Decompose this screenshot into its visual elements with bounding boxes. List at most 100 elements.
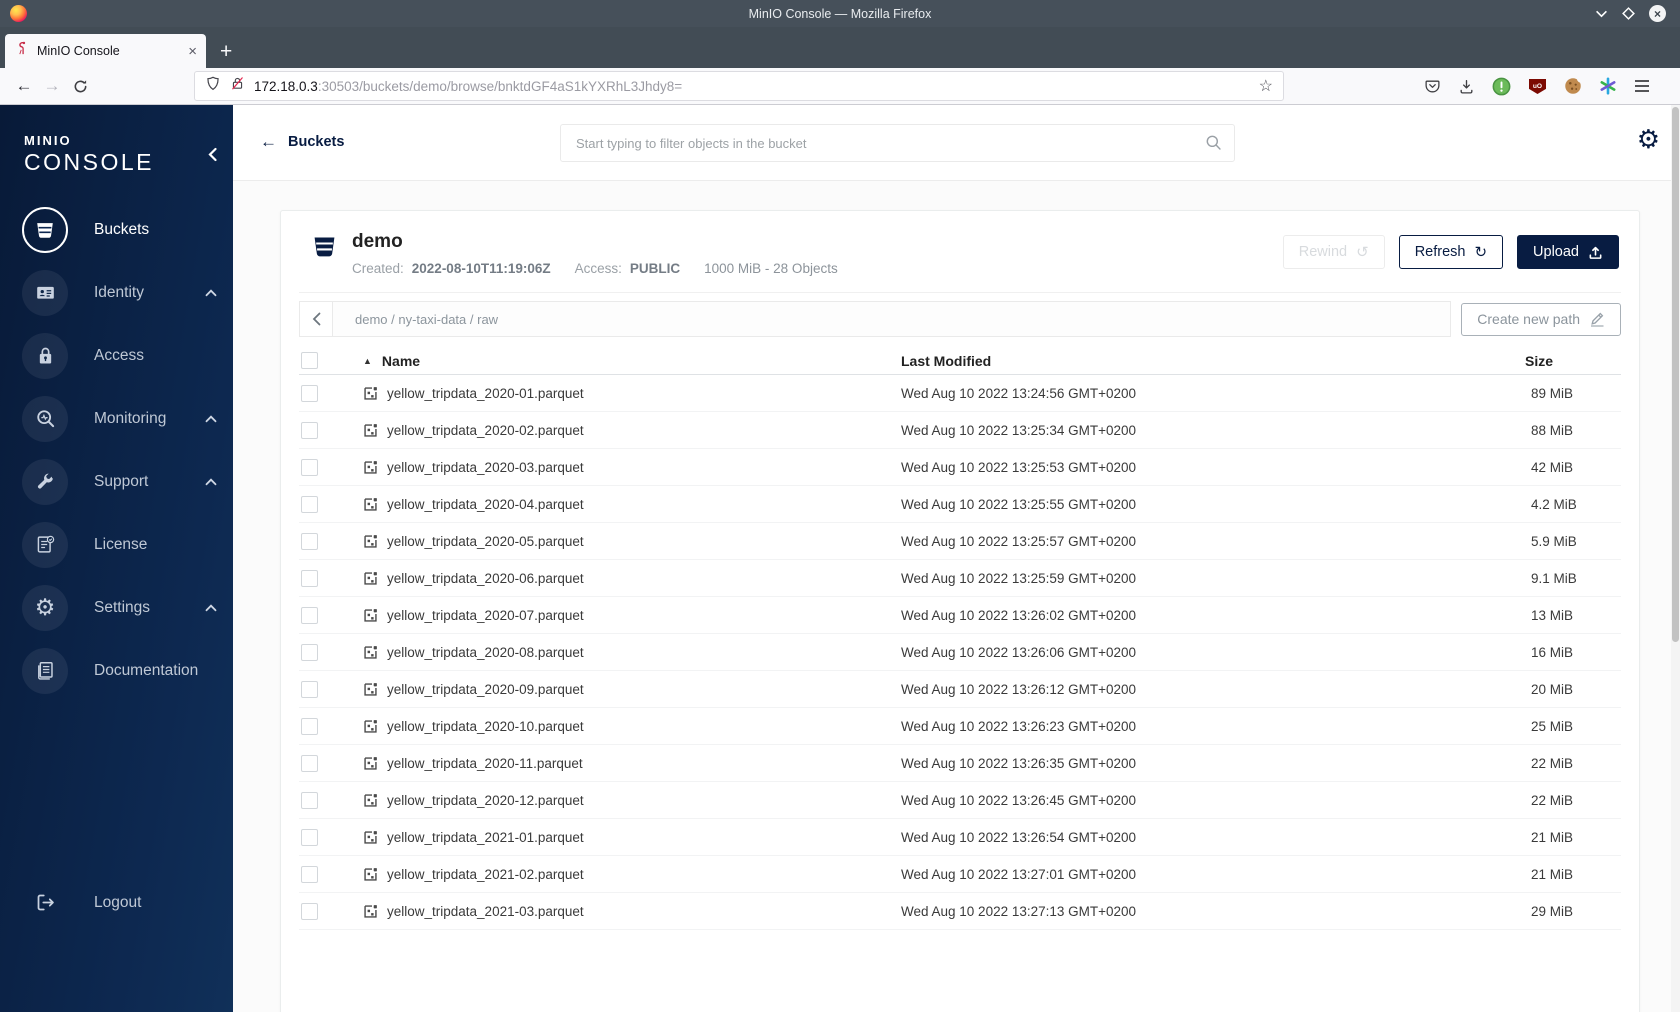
sidebar-item-identity[interactable]: Identity <box>0 261 233 324</box>
object-row[interactable]: yellow_tripdata_2020-12.parquet Wed Aug … <box>299 782 1621 819</box>
object-last-modified: Wed Aug 10 2022 13:27:01 GMT+0200 <box>901 866 1137 882</box>
sidebar-item-label: Logout <box>94 893 142 911</box>
row-checkbox[interactable] <box>301 828 318 846</box>
object-size: 88 MiB <box>1531 422 1574 438</box>
sidebar-item-support[interactable]: Support <box>0 450 233 513</box>
bucket-browser-card: demo Created: 2022-08-10T11:19:06Z Acces… <box>280 210 1640 1012</box>
sidebar-item-label: Documentation <box>94 661 199 679</box>
scrollbar-thumb[interactable] <box>1672 107 1679 642</box>
menu-hamburger-icon[interactable] <box>1634 79 1650 93</box>
row-checkbox[interactable] <box>301 791 318 809</box>
create-path-icon <box>1589 311 1605 327</box>
object-row[interactable]: yellow_tripdata_2020-10.parquet Wed Aug … <box>299 708 1621 745</box>
extension-green-icon[interactable] <box>1492 77 1511 96</box>
object-row[interactable]: yellow_tripdata_2020-03.parquet Wed Aug … <box>299 449 1621 486</box>
object-row[interactable]: yellow_tripdata_2020-02.parquet Wed Aug … <box>299 412 1621 449</box>
breadcrumb[interactable]: demo / ny-taxi-data / raw <box>333 301 1452 337</box>
row-checkbox[interactable] <box>301 384 318 402</box>
back-to-buckets-link[interactable]: ← Buckets <box>260 132 344 152</box>
object-row[interactable]: yellow_tripdata_2020-09.parquet Wed Aug … <box>299 671 1621 708</box>
svg-text:uO: uO <box>1533 83 1542 90</box>
sidebar-item-documentation[interactable]: Documentation <box>0 639 233 702</box>
row-checkbox[interactable] <box>301 458 318 476</box>
browser-forward-button[interactable]: → <box>38 72 66 100</box>
object-last-modified: Wed Aug 10 2022 13:26:23 GMT+0200 <box>901 718 1137 734</box>
object-row[interactable]: yellow_tripdata_2021-03.parquet Wed Aug … <box>299 893 1621 930</box>
object-row[interactable]: yellow_tripdata_2020-07.parquet Wed Aug … <box>299 597 1621 634</box>
sidebar-item-monitoring[interactable]: Monitoring <box>0 387 233 450</box>
window-maximize-button[interactable] <box>1622 7 1635 20</box>
sidebar-collapse-icon[interactable] <box>208 147 217 167</box>
row-checkbox[interactable] <box>301 569 318 587</box>
column-header-last-modified[interactable]: Last Modified <box>901 353 1501 369</box>
object-row[interactable]: yellow_tripdata_2020-08.parquet Wed Aug … <box>299 634 1621 671</box>
object-name: yellow_tripdata_2020-03.parquet <box>387 459 584 475</box>
sidebar-menu: Buckets Identity Access Monitoring Suppo… <box>0 198 233 702</box>
shield-icon[interactable] <box>205 75 221 97</box>
chevron-up-icon[interactable] <box>205 410 217 428</box>
insecure-lock-icon[interactable] <box>230 75 245 97</box>
new-tab-button[interactable]: + <box>220 41 232 62</box>
window-minimize-button[interactable] <box>1595 10 1608 18</box>
asterisk-extension-icon[interactable] <box>1599 77 1617 95</box>
create-new-path-button[interactable]: Create new path <box>1461 302 1621 336</box>
url-bar[interactable]: 172.18.0.3:30503/buckets/demo/browse/bnk… <box>194 71 1284 101</box>
browser-back-button[interactable]: ← <box>10 72 38 100</box>
ublock-origin-icon[interactable]: uO <box>1528 78 1547 95</box>
row-checkbox[interactable] <box>301 606 318 624</box>
sidebar-item-logout[interactable]: Logout <box>0 871 233 934</box>
upload-button[interactable]: Upload <box>1517 235 1619 269</box>
settings-gear-icon[interactable]: ⚙ <box>1637 126 1660 152</box>
bookmark-star-icon[interactable]: ☆ <box>1259 76 1273 96</box>
object-row[interactable]: yellow_tripdata_2021-01.parquet Wed Aug … <box>299 819 1621 856</box>
upload-icon <box>1588 245 1603 260</box>
back-link-label: Buckets <box>288 134 345 150</box>
row-checkbox[interactable] <box>301 532 318 550</box>
rewind-button[interactable]: Rewind ↺ <box>1282 235 1385 269</box>
page-scrollbar[interactable] <box>1671 105 1680 1012</box>
sidebar-item-access[interactable]: Access <box>0 324 233 387</box>
refresh-button[interactable]: Refresh ↻ <box>1398 235 1504 269</box>
row-checkbox[interactable] <box>301 754 318 772</box>
browser-reload-button[interactable] <box>66 72 94 100</box>
row-checkbox[interactable] <box>301 495 318 513</box>
filter-objects-input[interactable] <box>560 124 1235 162</box>
sidebar-item-buckets[interactable]: Buckets <box>0 198 233 261</box>
tab-close-icon[interactable]: × <box>188 44 197 59</box>
object-row[interactable]: yellow_tripdata_2020-01.parquet Wed Aug … <box>299 375 1621 412</box>
path-back-button[interactable] <box>299 301 333 337</box>
row-checkbox[interactable] <box>301 680 318 698</box>
object-name: yellow_tripdata_2020-10.parquet <box>387 718 584 734</box>
object-file-icon <box>363 386 378 401</box>
column-header-size[interactable]: Size <box>1501 353 1621 369</box>
row-checkbox[interactable] <box>301 421 318 439</box>
column-header-name[interactable]: ▲ Name <box>343 353 901 369</box>
row-checkbox[interactable] <box>301 902 318 920</box>
object-row[interactable]: yellow_tripdata_2021-02.parquet Wed Aug … <box>299 856 1621 893</box>
app-header: ← Buckets ⚙ <box>233 105 1680 181</box>
pocket-icon[interactable] <box>1424 78 1441 95</box>
window-close-button[interactable]: × <box>1649 5 1666 22</box>
chevron-up-icon[interactable] <box>205 284 217 302</box>
table-body: yellow_tripdata_2020-01.parquet Wed Aug … <box>299 375 1621 930</box>
settings-icon: ⚙ <box>22 584 68 631</box>
chevron-up-icon[interactable] <box>205 473 217 491</box>
downloads-icon[interactable] <box>1458 78 1475 95</box>
url-text[interactable]: 172.18.0.3:30503/buckets/demo/browse/bnk… <box>254 79 1250 94</box>
row-checkbox[interactable] <box>301 643 318 661</box>
object-size: 16 MiB <box>1531 644 1574 660</box>
row-checkbox[interactable] <box>301 865 318 883</box>
select-all-checkbox[interactable] <box>301 352 318 369</box>
sidebar-item-settings[interactable]: ⚙ Settings <box>0 576 233 639</box>
object-file-icon <box>363 645 378 660</box>
browser-tab[interactable]: MinIO Console × <box>5 34 206 68</box>
object-row[interactable]: yellow_tripdata_2020-06.parquet Wed Aug … <box>299 560 1621 597</box>
row-checkbox[interactable] <box>301 717 318 735</box>
cookie-extension-icon[interactable] <box>1564 77 1582 95</box>
sidebar-item-license[interactable]: License <box>0 513 233 576</box>
chevron-up-icon[interactable] <box>205 599 217 617</box>
object-row[interactable]: yellow_tripdata_2020-11.parquet Wed Aug … <box>299 745 1621 782</box>
object-row[interactable]: yellow_tripdata_2020-04.parquet Wed Aug … <box>299 486 1621 523</box>
firefox-window: MinIO Console — Mozilla Firefox × MinIO … <box>0 0 1680 1012</box>
object-row[interactable]: yellow_tripdata_2020-05.parquet Wed Aug … <box>299 523 1621 560</box>
